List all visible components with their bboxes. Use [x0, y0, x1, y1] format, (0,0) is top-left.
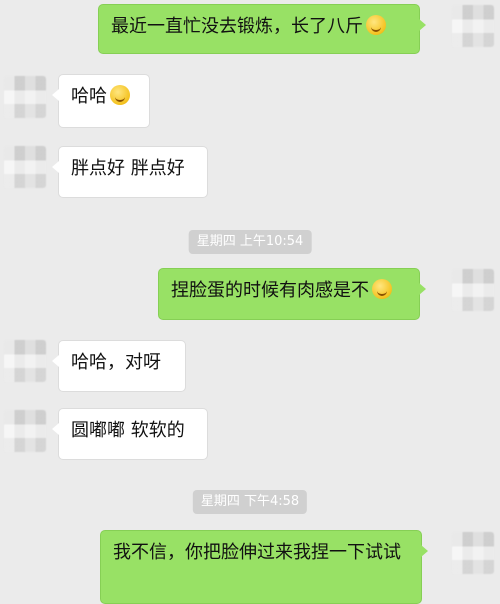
incoming-message[interactable]: 哈哈，对呀: [52, 340, 186, 392]
message-text: 我不信，你把脸伸过来我捏一下试试: [113, 542, 401, 563]
chat-thread: 最近一直忙没去锻炼，长了八斤 哈哈 胖点好 胖点好 星期四 上午10:54 捏脸…: [0, 0, 500, 604]
timestamp: 星期四 下午4:58: [192, 490, 308, 514]
message-text: 捏脸蛋的时候有肉感是不: [171, 280, 369, 301]
contact-avatar[interactable]: [4, 340, 46, 382]
outgoing-message[interactable]: 我不信，你把脸伸过来我捏一下试试: [100, 530, 428, 604]
sweat-laugh-emoji-icon: [366, 15, 386, 35]
sender-avatar[interactable]: [452, 532, 494, 574]
outgoing-message[interactable]: 捏脸蛋的时候有肉感是不: [158, 268, 426, 320]
incoming-message[interactable]: 哈哈: [52, 74, 150, 128]
grin-emoji-icon: [110, 85, 130, 105]
message-text: 哈哈，对呀: [71, 352, 161, 373]
message-text: 最近一直忙没去锻炼，长了八斤: [111, 16, 363, 37]
contact-avatar[interactable]: [4, 76, 46, 118]
smile-emoji-icon: [372, 279, 392, 299]
timestamp: 星期四 上午10:54: [188, 230, 312, 254]
message-text: 圆嘟嘟 软软的: [71, 420, 185, 441]
contact-avatar[interactable]: [4, 146, 46, 188]
contact-avatar[interactable]: [4, 410, 46, 452]
outgoing-message[interactable]: 最近一直忙没去锻炼，长了八斤: [98, 4, 426, 54]
sender-avatar[interactable]: [452, 5, 494, 47]
incoming-message[interactable]: 胖点好 胖点好: [52, 146, 208, 198]
incoming-message[interactable]: 圆嘟嘟 软软的: [52, 408, 208, 460]
sender-avatar[interactable]: [452, 269, 494, 311]
message-text: 胖点好 胖点好: [71, 158, 185, 179]
message-text: 哈哈: [71, 86, 107, 107]
